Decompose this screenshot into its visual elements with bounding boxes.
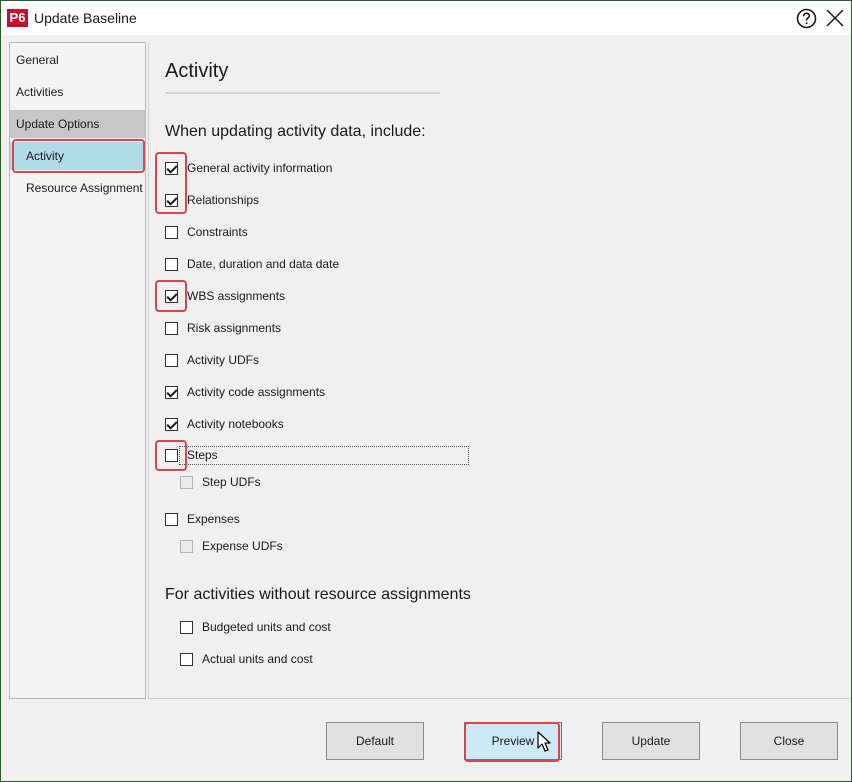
checkbox[interactable]	[165, 512, 178, 526]
default-button[interactable]: Default	[326, 722, 424, 760]
checkbox[interactable]	[180, 652, 193, 666]
option-label: Activity UDFs	[187, 353, 259, 367]
checkbox[interactable]	[165, 289, 178, 303]
option-risk-assignments[interactable]: Risk assignments	[165, 318, 281, 338]
checkbox[interactable]	[165, 257, 178, 271]
help-icon[interactable]	[796, 8, 817, 29]
focus-rectangle	[179, 446, 469, 465]
option-activity-notebooks[interactable]: Activity notebooks	[165, 414, 284, 434]
checkbox[interactable]	[165, 321, 178, 335]
option-label: Activity notebooks	[187, 417, 284, 431]
checkbox[interactable]	[165, 193, 178, 207]
option-general-activity-information[interactable]: General activity information	[165, 158, 332, 178]
p6-logo: P6	[7, 9, 28, 27]
option-label: Actual units and cost	[202, 652, 313, 666]
sidebar-item-general[interactable]: General	[10, 46, 145, 74]
title-bar: P6 Update Baseline	[1, 1, 851, 35]
checkbox	[180, 475, 193, 489]
option-constraints[interactable]: Constraints	[165, 222, 248, 242]
checkbox	[180, 539, 193, 553]
option-label: Expenses	[187, 512, 240, 526]
option-expense-udfs: Expense UDFs	[180, 536, 283, 556]
close-icon[interactable]	[824, 7, 846, 29]
option-wbs-assignments[interactable]: WBS assignments	[165, 286, 285, 306]
sidebar-item-resource-assignment[interactable]: Resource Assignment	[10, 174, 145, 202]
close-button[interactable]: Close	[740, 722, 838, 760]
checkbox[interactable]	[165, 417, 178, 431]
option-label: Constraints	[187, 225, 248, 239]
sidebar-item-activity[interactable]: Activity	[10, 142, 145, 170]
option-label: Relationships	[187, 193, 260, 207]
option-label: Expense UDFs	[202, 539, 283, 553]
option-label: Date, duration and data date	[187, 257, 340, 271]
options-sidebar: General Activities Update Options Activi…	[9, 42, 146, 699]
checkbox[interactable]	[165, 225, 178, 239]
mouse-pointer-icon	[537, 731, 551, 752]
section-title: Activity	[165, 60, 229, 82]
option-label: Risk assignments	[187, 321, 282, 335]
option-budgeted-units-and-cost[interactable]: Budgeted units and cost	[180, 617, 331, 637]
option-label: General activity information	[187, 161, 333, 175]
sidebar-item-activities[interactable]: Activities	[10, 78, 145, 106]
checkbox[interactable]	[165, 161, 178, 175]
dialog-title: Update Baseline	[34, 10, 137, 26]
option-relationships[interactable]: Relationships	[165, 190, 259, 210]
update-button[interactable]: Update	[602, 722, 700, 760]
option-steps[interactable]: Steps	[165, 445, 218, 465]
option-label: Budgeted units and cost	[202, 620, 331, 634]
option-label: Activity code assignments	[187, 385, 326, 399]
options-panel: Activity When updating activity data, in…	[148, 42, 851, 699]
include-heading: When updating activity data, include:	[165, 123, 426, 140]
option-actual-units-and-cost[interactable]: Actual units and cost	[180, 649, 313, 669]
option-label: Step UDFs	[202, 475, 261, 489]
title-divider	[165, 92, 440, 94]
option-activity-udfs[interactable]: Activity UDFs	[165, 350, 259, 370]
no-resource-heading: For activities without resource assignme…	[165, 586, 471, 603]
option-activity-code-assignments[interactable]: Activity code assignments	[165, 382, 325, 402]
checkbox[interactable]	[165, 448, 178, 462]
option-date-duration-data-date[interactable]: Date, duration and data date	[165, 254, 339, 274]
checkbox[interactable]	[165, 353, 178, 367]
option-label: Steps	[187, 448, 218, 462]
update-baseline-dialog: P6 Update Baseline General Activities Up…	[0, 0, 852, 782]
option-step-udfs: Step UDFs	[180, 472, 261, 492]
option-label: WBS assignments	[187, 289, 286, 303]
option-expenses[interactable]: Expenses	[165, 509, 240, 529]
checkbox[interactable]	[165, 385, 178, 399]
sidebar-item-update-options[interactable]: Update Options	[10, 110, 145, 138]
checkbox[interactable]	[180, 620, 193, 634]
